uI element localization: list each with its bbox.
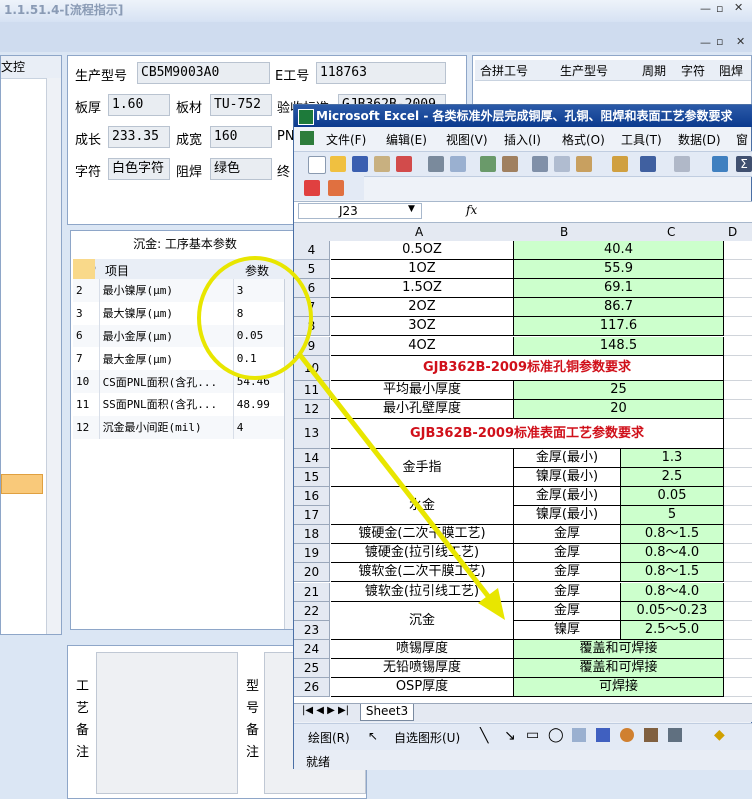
highlight-ellipse bbox=[197, 256, 313, 380]
annotation-overlay bbox=[197, 256, 505, 620]
annotation-arrow-line bbox=[298, 353, 497, 607]
annotation-arrowhead bbox=[478, 588, 505, 620]
